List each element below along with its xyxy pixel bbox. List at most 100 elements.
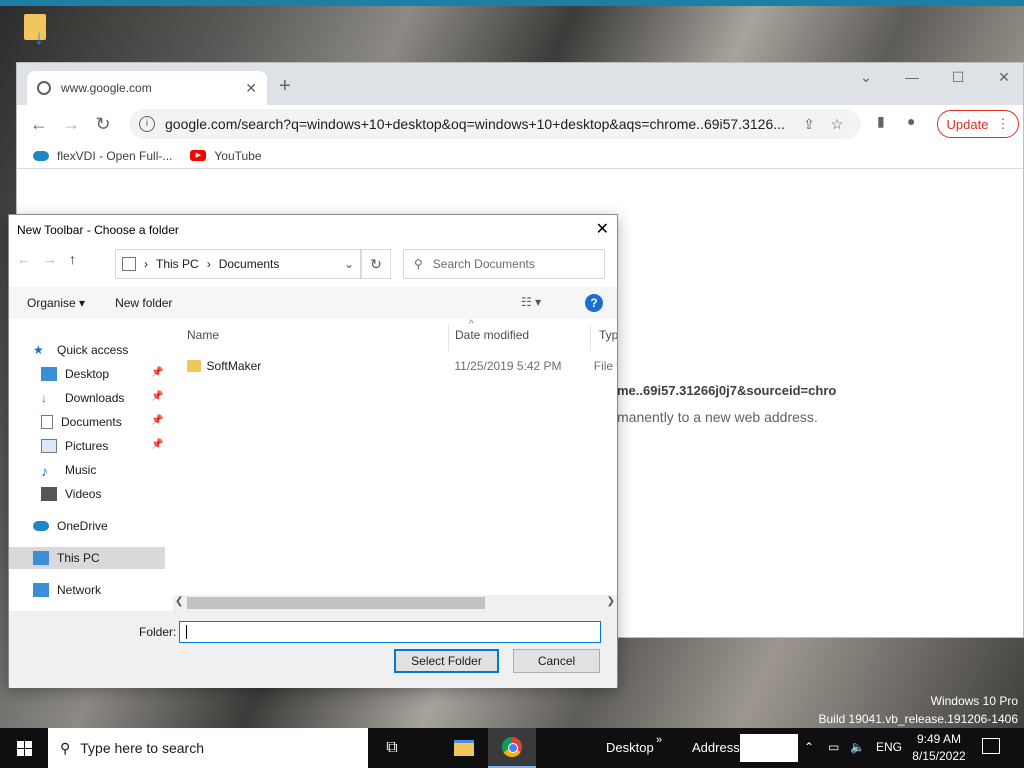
table-row[interactable]: SoftMaker 11/25/2019 5:42 PM File fo — [187, 355, 617, 377]
reload-button[interactable]: ↻ — [87, 114, 119, 135]
nav-label: OneDrive — [57, 519, 108, 533]
file-name: SoftMaker — [206, 359, 262, 373]
taskbar-search-box[interactable]: ⚲ Type here to search — [48, 728, 368, 768]
pin-icon[interactable]: 📌 — [151, 415, 163, 426]
update-button[interactable]: Update ⋮ — [937, 110, 1019, 138]
nav-label: Pictures — [65, 439, 109, 453]
share-icon[interactable]: ⇪ — [795, 116, 823, 133]
star-icon: ★ — [33, 343, 44, 357]
pin-icon[interactable]: 📌 — [151, 391, 163, 402]
search-icon: ⚲ — [60, 739, 71, 756]
page-url-text: me..69i57.31266j0j7&sourceid=chro — [617, 383, 837, 398]
update-label: Update — [946, 116, 989, 132]
tab-close-icon[interactable]: ✕ — [245, 80, 257, 97]
navigation-pane: ★ Quick access Desktop ↓ Downloads Docum… — [9, 319, 165, 609]
bookmark-star-icon[interactable]: ☆ — [823, 116, 851, 133]
notifications-icon[interactable] — [982, 738, 1000, 754]
address-toolbar-input[interactable] — [740, 734, 798, 762]
up-arrow-icon[interactable]: ↑ — [69, 251, 76, 267]
download-icon: ↓ — [41, 391, 47, 405]
nav-label: Music — [65, 463, 97, 477]
system-clock[interactable]: 9:49 AM 8/15/2022 — [904, 731, 974, 765]
profile-icon[interactable]: ● — [907, 113, 915, 129]
forward-arrow-icon[interactable]: → — [43, 251, 57, 267]
column-header-type[interactable]: Type — [599, 325, 617, 351]
scroll-left-icon[interactable]: ❮ — [175, 596, 183, 607]
new-folder-button[interactable]: New folder — [115, 296, 172, 310]
select-folder-button[interactable]: Select Folder — [394, 649, 499, 673]
browser-toolbar: ← → ↻ i google.com/search?q=windows+10+d… — [17, 105, 1023, 143]
search-input[interactable]: ⚲ Search Documents — [403, 249, 605, 279]
cancel-button[interactable]: Cancel — [513, 649, 600, 673]
scroll-right-icon[interactable]: ❯ — [607, 596, 615, 607]
dialog-nav-buttons: ← → ↑ — [17, 251, 76, 267]
breadcrumb[interactable]: › This PC › Documents ⌄ — [115, 249, 361, 279]
breadcrumb-this-pc[interactable]: This PC — [156, 257, 199, 271]
column-header-name[interactable]: Name — [187, 325, 449, 351]
file-type: File fo — [593, 359, 617, 373]
documents-icon — [41, 415, 53, 429]
nav-label: Quick access — [57, 343, 129, 357]
side-panel-icon[interactable]: ▮ — [877, 113, 885, 130]
horizontal-scrollbar[interactable]: ❮ ❯ — [173, 595, 617, 611]
bookmark-flexvdi[interactable]: flexVDI - Open Full-... — [33, 149, 172, 163]
folder-label: Folder: — [139, 625, 177, 639]
nav-item-onedrive[interactable]: OneDrive — [33, 515, 189, 537]
file-explorer-taskbar-button[interactable] — [440, 728, 488, 768]
dialog-footer: Folder: Select Folder Cancel — [9, 611, 617, 688]
windows-logo-icon — [16, 740, 32, 756]
bookmark-youtube[interactable]: ▶ YouTube — [190, 149, 262, 163]
breadcrumb-documents[interactable]: Documents — [219, 257, 280, 271]
pictures-icon — [41, 439, 57, 453]
dialog-close-icon[interactable]: ✕ — [596, 219, 609, 239]
more-menu-icon: ⋮ — [996, 116, 1010, 131]
back-arrow-icon[interactable]: ← — [17, 251, 31, 267]
chrome-taskbar-button[interactable] — [488, 728, 536, 768]
pin-icon[interactable]: 📌 — [151, 367, 163, 378]
page-message-text: manently to a new web address. — [617, 409, 818, 425]
nav-label: Downloads — [65, 391, 125, 405]
language-indicator[interactable]: ENG — [876, 740, 902, 754]
videos-icon — [41, 487, 57, 501]
scrollbar-thumb[interactable] — [187, 597, 485, 609]
help-icon[interactable]: ? — [585, 294, 603, 312]
choose-folder-dialog: New Toolbar - Choose a folder ✕ ← → ↑ › … — [8, 214, 618, 688]
chevron-down-icon[interactable]: ⌄ — [344, 257, 354, 271]
forward-button[interactable]: → — [55, 114, 87, 135]
tab-title: www.google.com — [61, 81, 152, 95]
folder-icon — [187, 360, 201, 372]
chrome-icon — [502, 737, 522, 757]
meet-now-icon[interactable]: ▭ — [828, 740, 839, 754]
nav-label: Videos — [65, 487, 102, 501]
new-tab-button[interactable]: + — [279, 75, 291, 98]
back-button[interactable]: ← — [23, 114, 55, 135]
minimize-button[interactable]: — — [897, 69, 927, 85]
volume-icon[interactable]: 🔈 — [850, 740, 865, 754]
start-button[interactable] — [0, 728, 48, 768]
nav-item-network[interactable]: Network — [33, 579, 189, 601]
bookmarks-bar: flexVDI - Open Full-... ▶ YouTube — [17, 143, 1023, 169]
browser-tab[interactable]: www.google.com ✕ — [27, 71, 267, 105]
pin-icon[interactable]: 📌 — [151, 439, 163, 450]
site-info-icon[interactable]: i — [139, 116, 155, 132]
folder-input[interactable] — [179, 621, 601, 643]
desktop-folder-download-icon[interactable]: ↓ — [20, 10, 50, 48]
chevron-up-icon[interactable]: ⌃ — [804, 740, 814, 754]
view-options-icon[interactable]: ☷ ▾ — [521, 295, 541, 309]
nav-item-this-pc[interactable]: This PC — [9, 547, 165, 569]
tab-search-icon[interactable]: ⌄ — [851, 69, 881, 86]
refresh-button[interactable]: ↻ — [361, 249, 391, 279]
file-date: 11/25/2019 5:42 PM — [454, 359, 562, 373]
toolbar-overflow-icon[interactable]: » — [656, 734, 662, 746]
desktop-toolbar-label[interactable]: Desktop — [606, 740, 654, 755]
address-bar[interactable]: i google.com/search?q=windows+10+desktop… — [129, 109, 861, 139]
url-text[interactable]: google.com/search?q=windows+10+desktop&o… — [165, 116, 795, 132]
text-caret — [186, 625, 187, 639]
maximize-button[interactable]: ☐ — [943, 69, 973, 86]
desktop-icon — [41, 367, 57, 381]
column-header-date[interactable]: Date modified — [455, 325, 591, 351]
nav-item-quick-access[interactable]: ★ Quick access — [33, 339, 189, 361]
organise-button[interactable]: Organise ▾ — [27, 296, 85, 310]
close-window-button[interactable]: ✕ — [989, 69, 1019, 86]
task-view-icon[interactable]: ⧉ — [368, 728, 416, 768]
